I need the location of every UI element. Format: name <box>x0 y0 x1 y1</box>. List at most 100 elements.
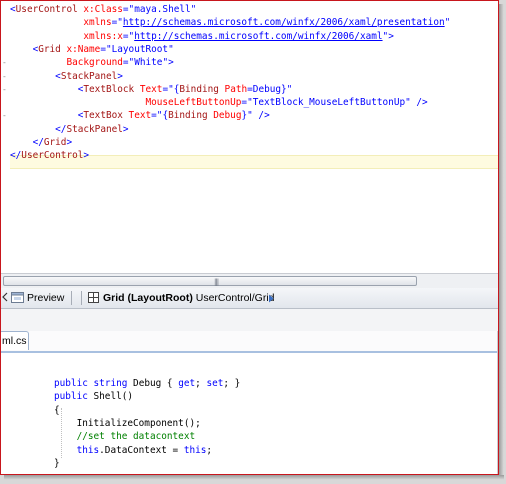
code-token: MouseLeftButtonUp <box>145 97 242 109</box>
code-token: > <box>117 70 123 82</box>
code-token: Debug <box>207 110 242 122</box>
code-token: White <box>134 57 163 69</box>
code-token: " <box>444 17 451 29</box>
code-token: =" <box>151 110 163 122</box>
preview-icon <box>11 292 24 303</box>
breadcrumb-current: Grid (LayoutRoot) <box>103 292 193 304</box>
fold-marker-icon[interactable]: - <box>2 83 8 96</box>
code-line: <TextBox Text="{Binding Debug}" /> <box>10 109 270 122</box>
separator <box>71 291 72 305</box>
code-token: } <box>54 457 60 469</box>
code-line: this.DataContext = this; <box>54 444 212 457</box>
code-line: <Grid x:Name="LayoutRoot" <box>10 43 174 56</box>
code-token: "> <box>382 30 394 42</box>
code-token: maya.Shell <box>134 4 191 15</box>
horizontal-scrollbar[interactable]: ||| <box>1 273 498 288</box>
collapse-arrow-icon[interactable] <box>2 292 8 306</box>
xaml-editor[interactable]: <UserControl x:Class="maya.Shell" xmlns=… <box>1 1 498 273</box>
code-token: Text <box>134 83 163 95</box>
screenshot-frame: <UserControl x:Class="maya.Shell" xmlns=… <box>0 0 499 475</box>
code-token: this <box>76 444 100 456</box>
code-token: Debug { <box>127 378 179 389</box>
breadcrumb[interactable]: Grid (LayoutRoot) UserControl/Grid <box>88 291 275 305</box>
grip-icon: ||| <box>214 278 219 286</box>
code-token: > <box>122 123 129 135</box>
code-token: Grid <box>38 43 61 55</box>
grid-icon <box>88 292 99 303</box>
code-token: > <box>66 137 73 148</box>
code-token: " /> <box>405 97 428 109</box>
code-token: StackPanel <box>66 123 123 135</box>
code-token: /> <box>252 110 270 122</box>
code-token: UserControl <box>15 4 78 15</box>
breadcrumb-path: UserControl/Grid <box>195 292 275 304</box>
code-token: string <box>93 378 128 389</box>
code-token: " <box>190 4 197 15</box>
code-token: Debug <box>252 83 282 95</box>
frame-shadow-bottom <box>4 475 504 480</box>
code-token: </ <box>32 137 44 148</box>
code-token: ; <box>195 378 207 389</box>
designer-split-bar: Preview Grid (LayoutRoot) UserControl/Gr… <box>1 288 498 309</box>
code-token: InitializeComponent(); <box>54 417 201 429</box>
code-token: x:Class <box>77 4 123 15</box>
code-token: http://schemas.microsoft.com/winfx/2006/… <box>134 30 383 42</box>
code-token: =" <box>122 57 135 69</box>
fold-marker-icon[interactable]: - <box>2 109 8 122</box>
code-line: public Shell() <box>54 390 133 403</box>
code-line: MouseLeftButtonUp="TextBlock_MouseLeftBu… <box>10 96 428 109</box>
code-token: TextBlock_MouseLeftButtonUp <box>252 97 406 109</box>
code-token: Grid <box>43 137 67 148</box>
csharp-editor[interactable]: public string Debug { get; set; } public … <box>1 353 498 474</box>
code-token: =" <box>162 83 174 95</box>
scrollbar-thumb[interactable]: ||| <box>3 276 417 286</box>
code-line: //set the datacontext <box>54 430 196 443</box>
preview-label: Preview <box>27 292 65 304</box>
code-token: ; <box>206 444 213 456</box>
code-line: Background="White"> <box>10 56 174 69</box>
breadcrumb-expand-icon[interactable] <box>268 293 274 307</box>
code-line: <TextBlock Text="{Binding Path=Debug}" <box>10 83 293 96</box>
code-token: UserControl <box>21 150 84 162</box>
code-line: { <box>54 404 60 417</box>
code-token: </ <box>55 123 67 135</box>
code-line: </StackPanel> <box>10 123 129 136</box>
code-token: "> <box>162 57 174 69</box>
code-token: { <box>54 404 60 416</box>
code-token: xmlns <box>83 17 112 29</box>
code-token: public <box>54 391 88 403</box>
code-line: <UserControl x:Class="maya.Shell" <box>10 3 196 16</box>
code-token: Binding <box>179 83 219 95</box>
code-line: </Grid> <box>10 136 73 149</box>
code-token: Shell() <box>87 391 134 403</box>
fold-marker-icon[interactable]: - <box>2 56 8 69</box>
code-token: StackPanel <box>60 70 118 82</box>
code-token: public <box>54 378 88 389</box>
editor-right-border <box>497 331 498 474</box>
fold-marker-icon[interactable]: - <box>2 70 8 83</box>
code-token: Text <box>122 110 152 122</box>
code-line: </UserControl> <box>10 149 89 162</box>
code-token: .DataContext = <box>99 444 184 456</box>
code-token: =" <box>100 43 112 55</box>
preview-tab[interactable]: Preview <box>11 291 64 305</box>
code-token: </ <box>10 150 22 162</box>
code-line: public string Debug { get; set; } <box>54 377 240 390</box>
code-line: InitializeComponent(); <box>54 417 201 430</box>
code-token: xmlns:x <box>83 30 123 42</box>
code-token: get <box>178 378 196 389</box>
code-token: =" <box>111 17 123 29</box>
code-token: set <box>206 378 224 389</box>
xaml-gutter <box>1 1 10 273</box>
tab-shell-xaml-cs[interactable]: ml.cs <box>1 331 29 350</box>
